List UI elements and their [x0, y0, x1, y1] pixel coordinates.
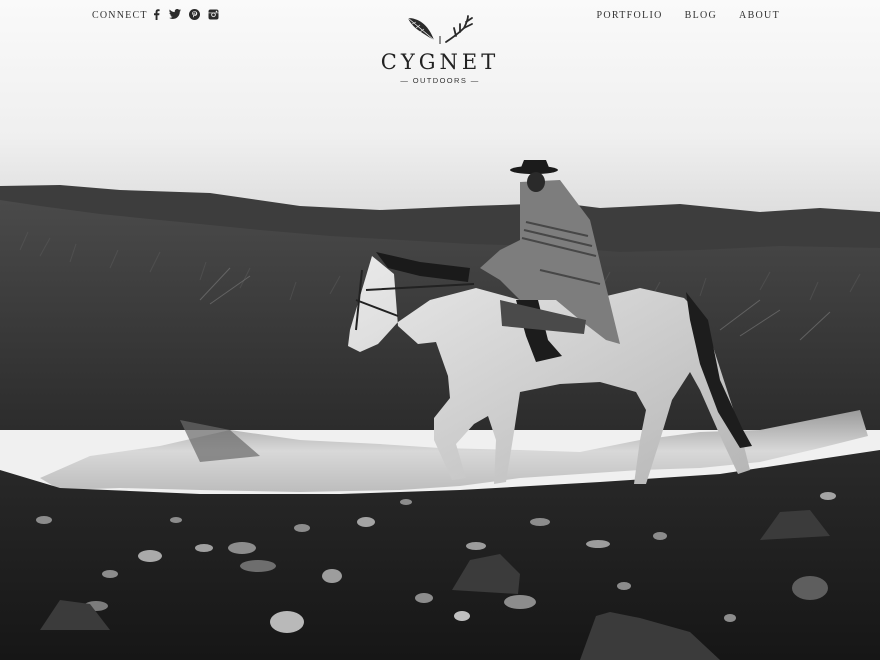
connect-label: CONNECT [92, 10, 148, 21]
nav-blog[interactable]: BLOG [685, 10, 717, 21]
antlers-icon [445, 15, 473, 43]
hero-photo-illustration [0, 0, 880, 660]
instagram-icon[interactable] [207, 8, 219, 20]
logo-brand: CYGNET [380, 50, 500, 74]
hero-photo [0, 0, 880, 660]
nav-portfolio[interactable]: PORTFOLIO [597, 10, 663, 21]
feather-icon [407, 17, 435, 41]
site-logo[interactable]: CYGNET — OUTDOORS — [340, 12, 540, 85]
twitter-icon[interactable] [169, 8, 181, 20]
nav-about[interactable]: ABOUT [739, 10, 780, 21]
facebook-icon[interactable] [150, 8, 162, 20]
social-links [150, 8, 219, 20]
pinterest-icon[interactable] [188, 8, 200, 20]
logo-tagline: — OUTDOORS — [400, 76, 480, 85]
logo-mark [407, 15, 473, 44]
main-menu: PORTFOLIO BLOG ABOUT [597, 10, 780, 21]
